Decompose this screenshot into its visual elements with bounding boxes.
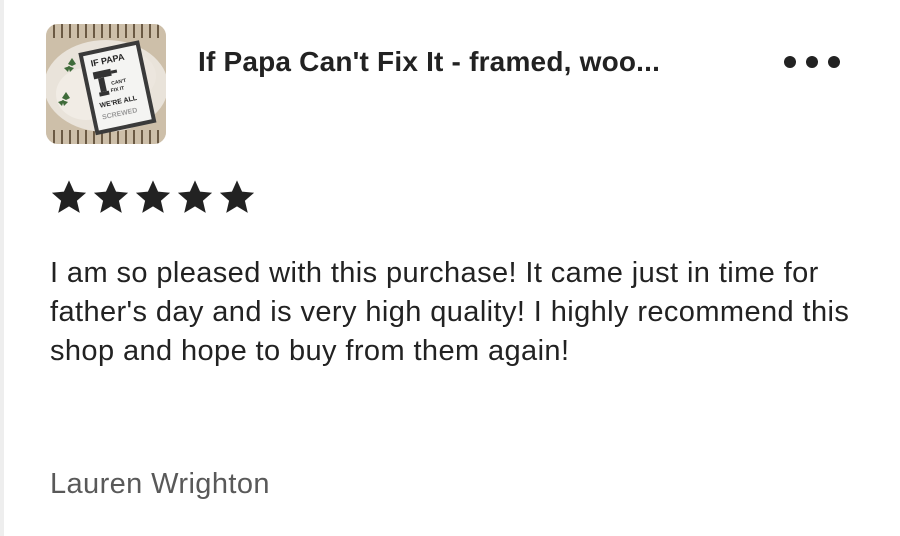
listing-thumbnail[interactable]: IF PAPA CAN'T FIX IT WE'RE ALL SCREWED	[46, 24, 166, 144]
review-author-row: Lauren Wrighton	[50, 468, 270, 501]
star-icon	[93, 180, 129, 213]
listing-thumbnail-image: IF PAPA CAN'T FIX IT WE'RE ALL SCREWED	[46, 24, 166, 144]
star-icon	[219, 180, 255, 213]
ellipsis-dot	[784, 56, 796, 68]
star-icon	[135, 180, 171, 213]
review-card: IF PAPA CAN'T FIX IT WE'RE ALL SCREWED I…	[0, 0, 900, 536]
listing-header: IF PAPA CAN'T FIX IT WE'RE ALL SCREWED I…	[46, 24, 866, 148]
review-author: Lauren Wrighton	[50, 468, 270, 500]
ellipsis-dot	[828, 56, 840, 68]
review-text: I am so pleased with this purchase! It c…	[50, 257, 850, 367]
star-icon	[177, 180, 213, 213]
more-options-icon[interactable]	[784, 52, 840, 72]
ellipsis-dot	[806, 56, 818, 68]
star-icon	[51, 180, 87, 213]
listing-title[interactable]: If Papa Can't Fix It - framed, woo...	[198, 46, 758, 78]
star-rating	[50, 178, 256, 216]
